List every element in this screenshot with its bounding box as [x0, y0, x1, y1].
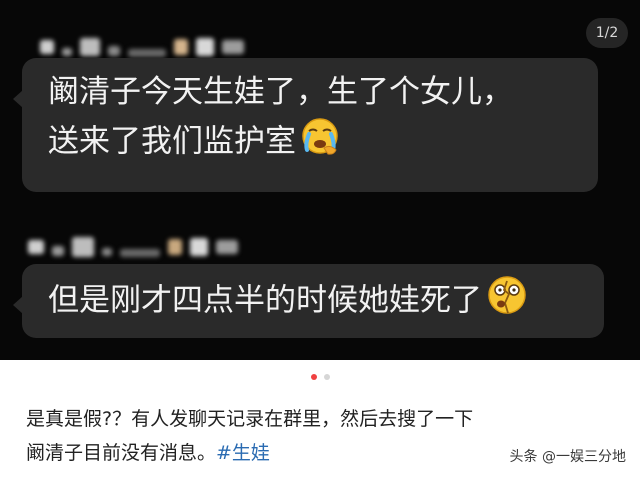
carousel-dot-1[interactable]	[310, 374, 317, 380]
hashtag-link[interactable]: #生娃	[216, 442, 270, 464]
chat-bubble-2-line-1: 但是刚才四点半的时候她娃死了	[48, 282, 482, 319]
watermark: 头条 @一娱三分地	[510, 446, 626, 466]
watermark-text: 头条 @一娱三分地	[509, 449, 626, 465]
shocked-face-emoji-icon	[486, 274, 528, 330]
chat-screenshot-image[interactable]: 1/2 阚清子今天生娃了，生了个女儿， 送来了我们监护室 但是刚才四点半的时候她…	[0, 0, 640, 360]
chat-bubble-1-line-1: 阚清子今天生娃了，生了个女儿，	[48, 74, 513, 110]
blurred-sender-name	[40, 36, 244, 58]
image-page-counter: 1/2	[586, 18, 628, 48]
chat-bubble-2: 但是刚才四点半的时候她娃死了	[13, 264, 604, 338]
blurred-sender-name	[28, 236, 238, 258]
chat-bubble-1: 阚清子今天生娃了，生了个女儿， 送来了我们监护室	[13, 58, 598, 192]
crying-face-emoji-icon	[300, 116, 340, 170]
carousel-dot-2[interactable]	[323, 374, 330, 380]
carousel-indicator	[0, 374, 640, 380]
post-caption-line-1: 是真是假?？有人发聊天记录在群里，然后去搜了一下	[26, 408, 474, 430]
chat-bubble-1-line-2: 送来了我们监护室	[48, 123, 296, 160]
post-caption-line-2: 阚清子目前没有消息。	[26, 442, 217, 464]
